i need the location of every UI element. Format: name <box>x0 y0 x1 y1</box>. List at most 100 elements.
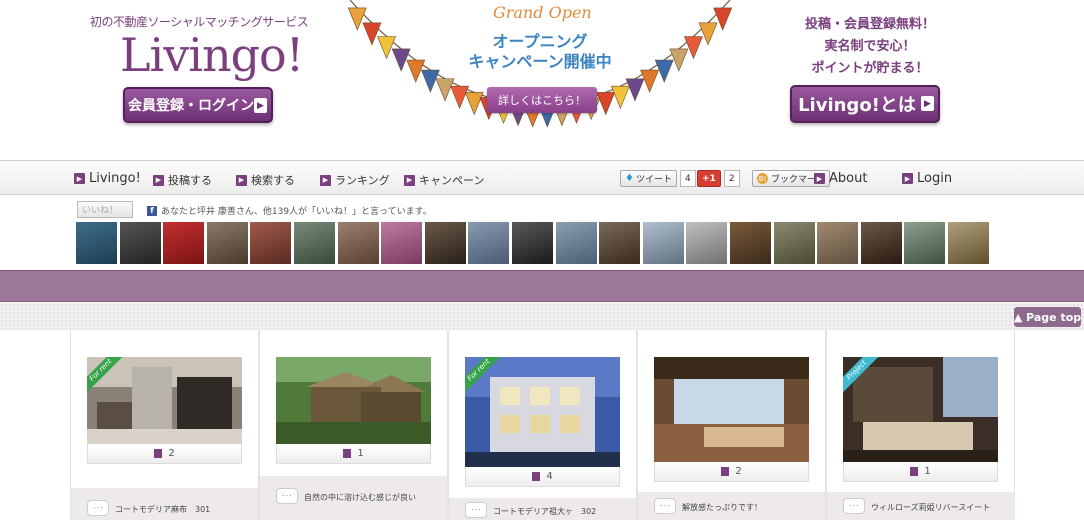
property-photo[interactable] <box>654 357 809 462</box>
property-card[interactable]: For rent 2 ･･･ コートモデリア麻布 301 <box>70 330 259 520</box>
card-title[interactable]: 自然の中に溶け込む感じが良い <box>304 492 416 503</box>
card-title[interactable]: コートモデリア祖大ヶ 302 <box>493 506 596 517</box>
campaign-line-1: オープニング <box>492 32 588 51</box>
nav-label: Livingo! <box>89 171 141 186</box>
campaign-line-2: キャンペーン開催中 <box>468 52 612 71</box>
nav-item-post[interactable]: ▶ 投稿する <box>153 172 212 188</box>
like-icon <box>910 467 919 476</box>
nav-item-search[interactable]: ▶ 検索する <box>236 172 295 188</box>
nav-item-login[interactable]: ▶ Login <box>902 171 952 186</box>
arrow-right-icon: ▶ <box>921 96 934 111</box>
property-photo[interactable]: For rent <box>87 357 242 444</box>
card-like-bar[interactable]: 2 <box>654 462 809 482</box>
nav-bullet-icon: ▶ <box>404 174 415 186</box>
resort-photo <box>276 357 431 444</box>
purple-divider-band <box>0 270 1084 302</box>
main-nav: ▶ Livingo! ▶ 投稿する ▶ 検索する ▶ ランキング ▶ キャンペー… <box>0 160 1084 195</box>
user-avatar[interactable] <box>512 222 553 264</box>
promo-line-3: ポイントが貯まる！ <box>811 61 929 76</box>
user-avatar[interactable] <box>250 222 292 264</box>
grand-open-text: Grand Open <box>493 3 592 22</box>
property-card[interactable]: 1 ･･･ 自然の中に溶け込む感じが良い <box>259 330 448 520</box>
interior-photo <box>87 357 242 444</box>
nav-label: 検索する <box>251 174 295 187</box>
tweet-button[interactable]: ♦ ツイート <box>620 170 677 187</box>
tweet-label: ツイート <box>635 175 672 185</box>
card-like-bar[interactable]: 2 <box>87 444 242 464</box>
like-count: 4 <box>546 471 553 482</box>
comment-bubble-icon: ･･･ <box>276 488 298 504</box>
like-count: 2 <box>168 448 175 459</box>
bunting-flag <box>347 7 367 31</box>
gplus-count: 2 <box>723 170 740 187</box>
user-avatar[interactable] <box>424 222 466 264</box>
nav-item-livingo[interactable]: ▶ Livingo! <box>74 171 141 186</box>
nav-bullet-icon: ▶ <box>153 174 164 186</box>
user-avatar[interactable] <box>163 222 205 264</box>
nav-label: About <box>829 171 868 186</box>
pattern-strip <box>0 303 1084 330</box>
card-footer: ･･･ コートモデリア麻布 301 <box>71 488 258 520</box>
like-icon <box>343 449 352 458</box>
card-like-bar[interactable]: 1 <box>276 444 431 464</box>
property-card[interactable]: For rent 4 ･･･ コートモデリア祖大ヶ 302 <box>448 330 637 520</box>
site-logo[interactable]: Livingo! <box>120 28 304 82</box>
property-photo[interactable]: Project <box>843 357 998 462</box>
user-avatar[interactable] <box>730 222 771 264</box>
user-avatar[interactable] <box>599 222 641 264</box>
user-avatar[interactable] <box>294 222 335 264</box>
property-photo[interactable]: For rent <box>465 357 620 467</box>
nav-bullet-icon: ▶ <box>236 174 247 186</box>
page-top-button[interactable]: ▲ Page top <box>1014 307 1081 327</box>
user-avatar[interactable] <box>948 222 989 264</box>
card-footer: ･･･ 自然の中に溶け込む感じが良い <box>260 476 447 520</box>
user-avatar[interactable] <box>773 222 815 264</box>
like-summary-text: あなたと坪井 康善さん、他139人が「いいね！」と言っています。 <box>161 207 432 217</box>
nav-item-campaign[interactable]: ▶ キャンペーン <box>404 172 484 188</box>
property-photo[interactable] <box>276 357 431 444</box>
card-like-bar[interactable]: 4 <box>465 467 620 487</box>
card-like-bar[interactable]: 1 <box>843 462 998 482</box>
user-avatar[interactable] <box>76 222 117 264</box>
comment-bubble-icon: ･･･ <box>87 500 109 516</box>
twitter-bird-icon: ♦ <box>625 173 634 184</box>
user-avatar[interactable] <box>817 222 859 264</box>
card-title[interactable]: コートモデリア麻布 301 <box>115 504 210 515</box>
tweet-count: 4 <box>679 170 696 187</box>
user-avatar[interactable] <box>119 222 161 264</box>
google-plus-button[interactable]: +1 <box>697 170 721 187</box>
user-avatar[interactable] <box>206 222 248 264</box>
property-card[interactable]: 2 ･･･ 解放感たっぷりです！ <box>637 330 826 520</box>
card-title[interactable]: ウィルローズ莉姫リバースイート <box>871 502 990 513</box>
about-livingo-button[interactable]: Livingo!とは ▶ <box>790 85 940 123</box>
card-footer: ･･･ ウィルローズ莉姫リバースイート <box>827 492 1014 520</box>
user-avatar[interactable] <box>904 222 946 264</box>
card-title[interactable]: 解放感たっぷりです！ <box>682 502 762 513</box>
user-avatar[interactable] <box>860 222 902 264</box>
promo-line-2: 実名制で安心！ <box>824 39 916 54</box>
nav-item-ranking[interactable]: ▶ ランキング <box>320 172 390 188</box>
signup-login-label: 会員登録・ログイン <box>128 98 254 114</box>
bunting-flag <box>596 92 616 116</box>
bunting-flag <box>610 85 630 109</box>
campaign-details-button[interactable]: 詳しくはこちら！ <box>487 87 597 113</box>
user-avatar[interactable] <box>642 222 684 264</box>
user-avatar[interactable] <box>381 222 423 264</box>
user-avatar[interactable] <box>555 222 597 264</box>
bunting-flag <box>713 7 733 31</box>
card-footer: ･･･ コートモデリア祖大ヶ 302 <box>449 498 636 520</box>
nav-item-about[interactable]: ▶ About <box>814 171 867 186</box>
facebook-like-button[interactable]: いいね！ <box>77 201 133 218</box>
bunting-flag <box>625 78 645 102</box>
user-avatar[interactable] <box>468 222 510 264</box>
signup-login-button[interactable]: 会員登録・ログイン ▶ <box>123 87 273 123</box>
like-count: 1 <box>357 448 364 459</box>
user-avatar[interactable] <box>337 222 379 264</box>
nav-label: キャンペーン <box>419 174 485 187</box>
grand-open-banner[interactable]: Grand Open オープニング キャンペーン開催中 詳しくはこちら！ <box>345 0 735 160</box>
bathroom-photo <box>843 357 998 462</box>
gplus-widget: +1 2 <box>697 170 740 187</box>
nav-bullet-icon: ▶ <box>814 173 825 184</box>
property-card[interactable]: Project 1 ･･･ ウィルローズ莉姫リバースイート <box>826 330 1015 520</box>
user-avatar[interactable] <box>686 222 728 264</box>
